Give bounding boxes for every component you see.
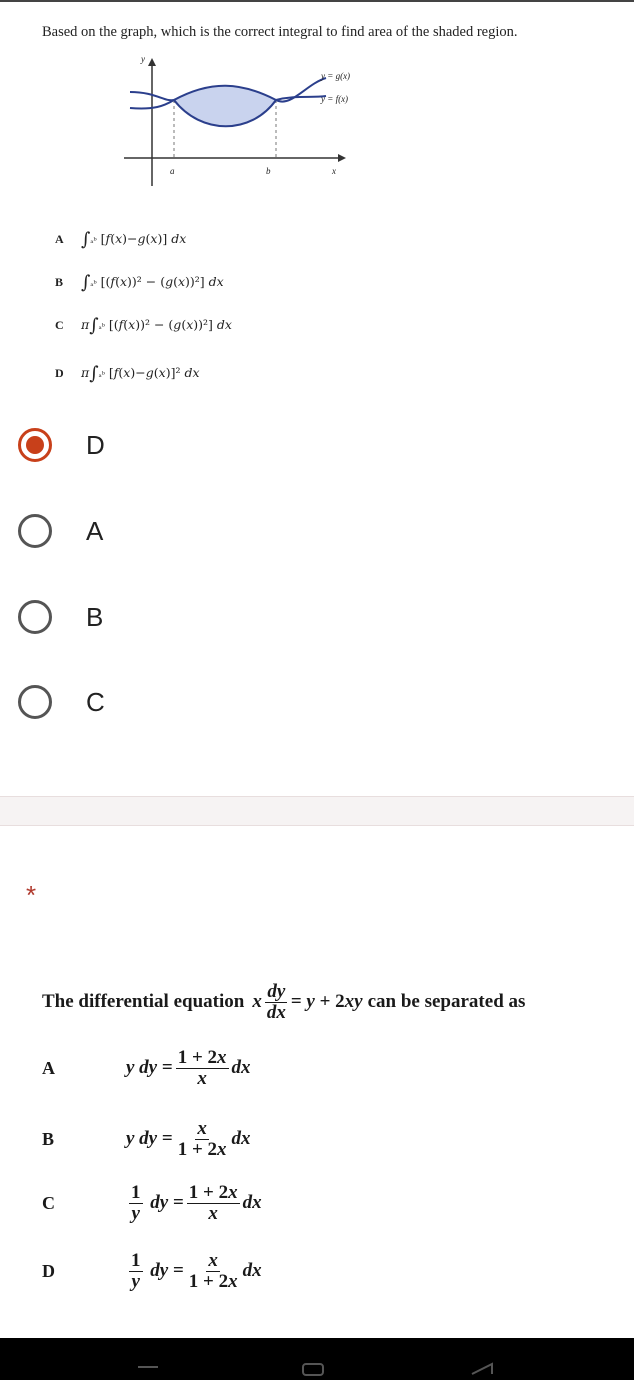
choice-label: B [86,601,104,632]
y-axis-arrow [148,58,156,66]
q2-option-b: B y dy = x 1 + 2x dx [42,1118,251,1160]
section-divider [0,796,634,826]
area-graph: y x y = g(x) y = f(x) a b [124,54,350,186]
tick-b-label: b [266,166,271,176]
choice-b[interactable]: B [18,597,418,637]
radio-icon[interactable] [18,600,52,634]
question-1-prompt: Based on the graph, which is the correct… [42,24,518,40]
q2-option-a: A y dy = 1 + 2x x dx [42,1047,251,1089]
q1-option-a-formula: A ∫ₐᵇ [f(x)−g(x)] dx [55,229,187,250]
q2-option-c: C 1y dy = 1 + 2x x dx [42,1182,262,1224]
choice-label: A [86,515,104,546]
f-label: y = f(x) [320,94,348,104]
question-2-prompt: The differential equation x dy dx = y + 2… [42,981,526,1023]
q1-option-c-formula: C π∫ₐᵇ [(f(x))² − (g(x))²] dx [55,315,232,336]
q1-option-d-formula: D π∫ₐᵇ [f(x)−g(x)]² dx [55,363,200,384]
g-label: y = g(x) [320,71,350,81]
required-indicator: * [26,880,37,910]
x-axis-arrow [338,154,346,162]
q1-option-b-formula: B ∫ₐᵇ [(f(x))² − (g(x))²] dx [55,272,224,293]
choice-c[interactable]: C [18,682,418,722]
tick-a-label: a [170,166,175,176]
top-border [0,0,634,2]
choice-label: D [86,429,105,460]
radio-selected-icon[interactable] [18,428,52,462]
radio-icon[interactable] [18,685,52,719]
choice-label: C [86,686,105,717]
x-axis-label: x [331,166,336,176]
y-axis-label: y [140,54,145,64]
back-icon[interactable] [470,1362,494,1376]
radio-icon[interactable] [18,514,52,548]
q2-option-d: D 1y dy = x 1 + 2x dx [42,1250,262,1292]
choice-a[interactable]: A [18,511,418,551]
home-icon[interactable] [302,1362,324,1376]
choice-d[interactable]: D [18,425,418,465]
menu-icon[interactable] [138,1362,158,1372]
